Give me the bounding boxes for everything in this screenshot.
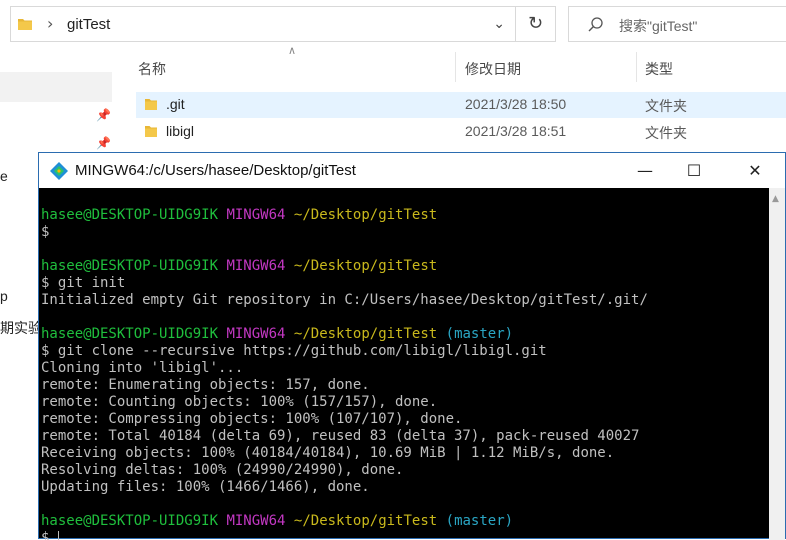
prompt-line: hasee@DESKTOP-UIDG9IK MINGW64 ~/Desktop/…: [41, 207, 437, 224]
prompt-host: MINGW64: [226, 326, 286, 342]
output-line: Cloning into 'libigl'...: [41, 360, 244, 376]
nav-item-fragment[interactable]: p: [0, 288, 8, 304]
prompt-host: MINGW64: [226, 258, 286, 274]
column-divider[interactable]: [455, 52, 456, 82]
prompt-user: hasee@DESKTOP-UIDG9IK: [41, 207, 219, 223]
prompt-path: ~/Desktop/gitTest: [293, 326, 438, 342]
prompt-user: hasee@DESKTOP-UIDG9IK: [41, 326, 219, 342]
output-line: Receiving objects: 100% (40184/40184), 1…: [41, 445, 615, 461]
command-line: $: [41, 224, 50, 240]
file-row[interactable]: libigl 2021/3/28 18:51 文件夹: [136, 119, 786, 145]
close-button[interactable]: ✕: [727, 153, 783, 188]
nav-selected-item[interactable]: [0, 72, 112, 102]
terminal-title: MINGW64:/c/Users/hasee/Desktop/gitTest: [75, 162, 356, 179]
folder-icon: [18, 19, 32, 30]
prompt-user: hasee@DESKTOP-UIDG9IK: [41, 513, 219, 529]
column-header-type[interactable]: 类型: [645, 59, 673, 93]
output-line: remote: Compressing objects: 100% (107/1…: [41, 411, 463, 427]
refresh-button[interactable]: ↻: [516, 6, 556, 42]
file-date: 2021/3/28 18:50: [465, 96, 567, 112]
pin-icon[interactable]: 📌: [96, 136, 111, 150]
prompt-line: hasee@DESKTOP-UIDG9IK MINGW64 ~/Desktop/…: [41, 326, 513, 343]
search-placeholder: 搜索"gitTest": [619, 18, 698, 34]
prompt-branch: (master): [445, 326, 514, 342]
prompt-path: ~/Desktop/gitTest: [293, 207, 438, 223]
prompt-line: hasee@DESKTOP-UIDG9IK MINGW64 ~/Desktop/…: [41, 513, 513, 530]
terminal-scrollbar[interactable]: ▲: [769, 188, 785, 540]
folder-icon: [145, 99, 157, 110]
sort-ascending-icon: ∧: [288, 44, 297, 57]
command-line: $ git init: [41, 275, 126, 291]
prompt-path: ~/Desktop/gitTest: [293, 513, 438, 529]
minimize-button[interactable]: —: [617, 153, 673, 188]
breadcrumb-current[interactable]: gitTest: [67, 16, 110, 33]
prompt-path: ~/Desktop/gitTest: [293, 258, 438, 274]
search-icon: [588, 17, 603, 32]
scroll-up-icon[interactable]: ▲: [772, 194, 779, 204]
output-line: remote: Counting objects: 100% (157/157)…: [41, 394, 438, 410]
prompt-host: MINGW64: [226, 513, 286, 529]
output-line: remote: Total 40184 (delta 69), reused 8…: [41, 428, 640, 444]
file-date: 2021/3/28 18:51: [465, 123, 567, 139]
file-type: 文件夹: [645, 125, 687, 141]
column-divider[interactable]: [636, 52, 637, 82]
file-name: .git: [166, 96, 185, 112]
output-line: Resolving deltas: 100% (24990/24990), do…: [41, 462, 404, 478]
output-line: Initialized empty Git repository in C:/U…: [41, 292, 648, 308]
address-bar[interactable]: › gitTest ⌄: [10, 6, 516, 42]
mingw64-terminal-window[interactable]: MINGW64:/c/Users/hasee/Desktop/gitTest —…: [38, 152, 786, 540]
column-header-name[interactable]: 名称: [138, 59, 166, 93]
refresh-icon: ↻: [527, 13, 544, 34]
prompt-host: MINGW64: [226, 207, 286, 223]
output-line: remote: Enumerating objects: 157, done.: [41, 377, 370, 393]
file-type: 文件夹: [645, 98, 687, 114]
terminal-titlebar[interactable]: MINGW64:/c/Users/hasee/Desktop/gitTest —…: [39, 153, 785, 188]
mingw-icon: [50, 162, 68, 180]
folder-icon: [145, 126, 157, 137]
command-line: $ git clone --recursive https://github.c…: [41, 343, 547, 359]
prompt-branch: (master): [445, 513, 514, 529]
nav-item-fragment[interactable]: e: [0, 168, 8, 184]
prompt-user: hasee@DESKTOP-UIDG9IK: [41, 258, 219, 274]
column-header-date[interactable]: 修改日期: [465, 59, 521, 93]
chevron-down-icon[interactable]: ⌄: [493, 16, 505, 32]
search-input[interactable]: 搜索"gitTest": [568, 6, 786, 42]
nav-item-fragment[interactable]: 期实验: [0, 318, 42, 338]
breadcrumb-separator: ›: [47, 14, 54, 33]
pin-icon[interactable]: 📌: [96, 108, 111, 122]
maximize-button[interactable]: ☐: [666, 153, 722, 188]
output-line: Updating files: 100% (1466/1466), done.: [41, 479, 370, 495]
terminal-output[interactable]: hasee@DESKTOP-UIDG9IK MINGW64 ~/Desktop/…: [39, 188, 769, 540]
file-row[interactable]: .git 2021/3/28 18:50 文件夹: [136, 92, 786, 118]
prompt-line: hasee@DESKTOP-UIDG9IK MINGW64 ~/Desktop/…: [41, 258, 437, 275]
file-name: libigl: [166, 123, 195, 139]
